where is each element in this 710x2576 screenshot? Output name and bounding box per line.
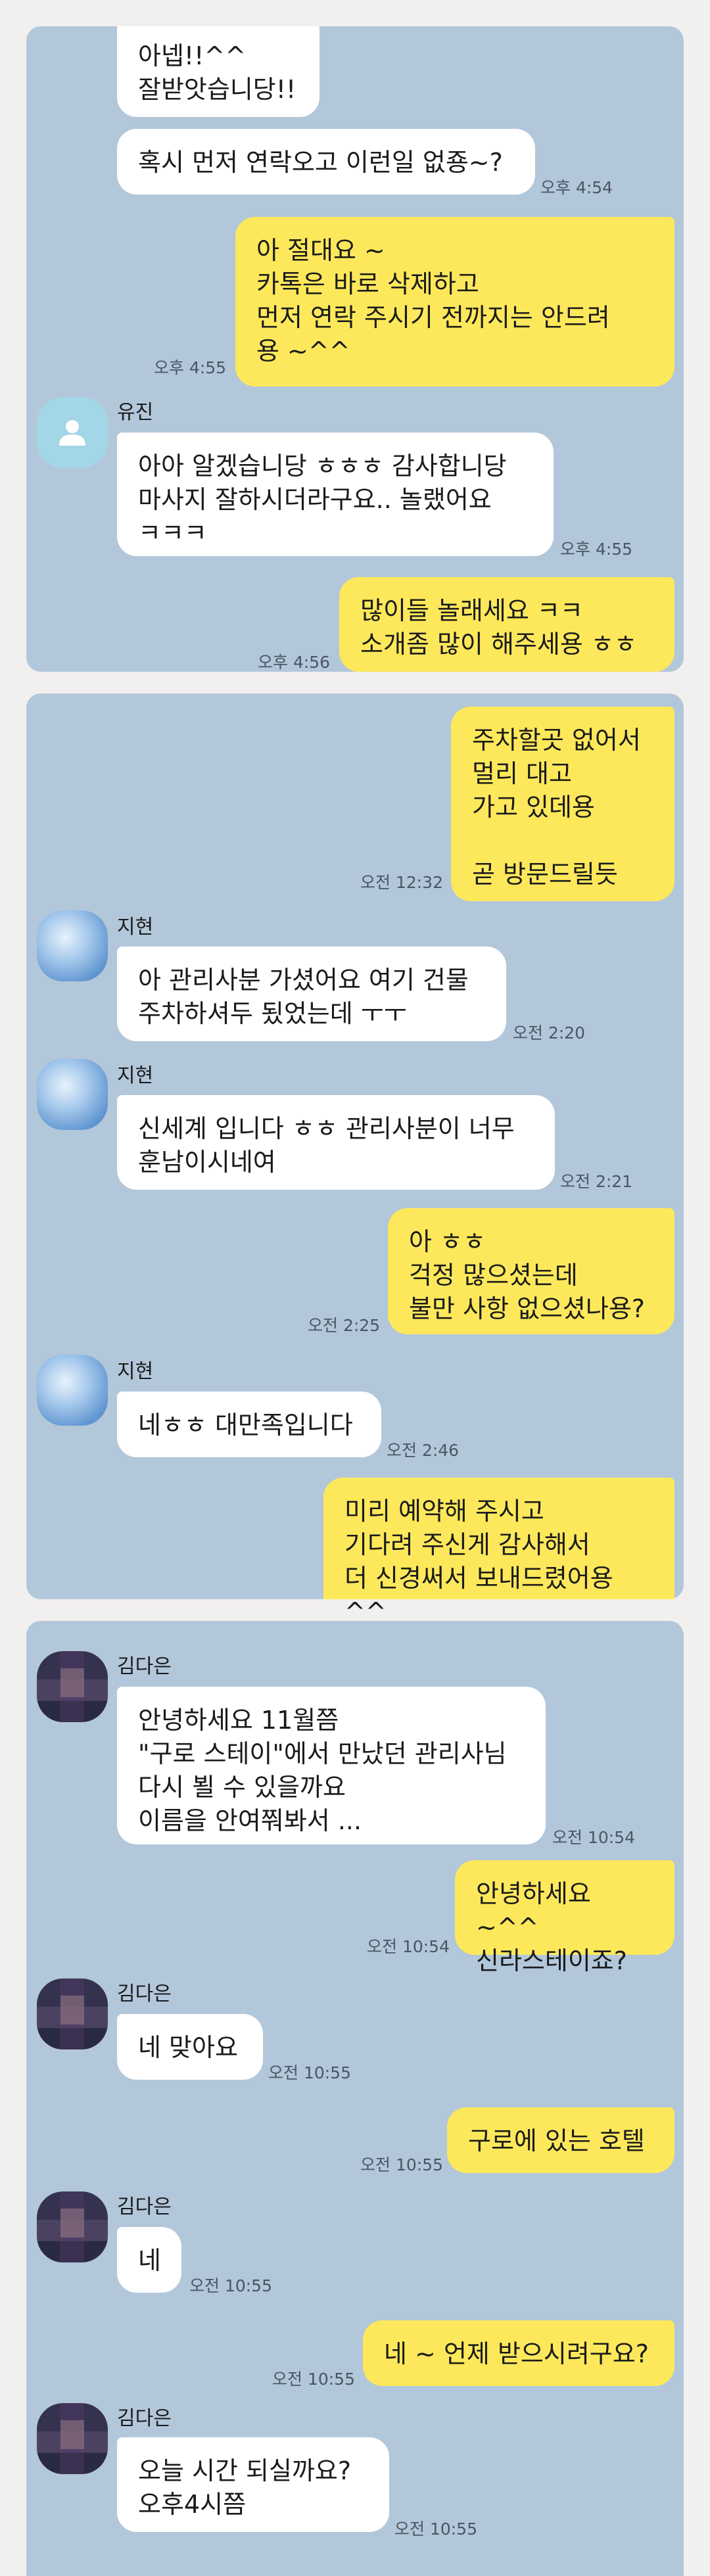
message-bubble-outgoing[interactable]: 주차할곳 없어서 멀리 대고 가고 있데용 곧 방문드릴듯 (451, 707, 674, 901)
chat-screenshot-3: 김다은 안녕하세요 11월쯤 "구로 스테이"에서 만났던 관리사님 다시 뵐 … (26, 1621, 684, 2576)
message-time: 오전 10:55 (268, 2063, 351, 2082)
message-time: 오전 10:55 (394, 2519, 477, 2539)
message-bubble-incoming[interactable]: 아 관리사분 가셨어요 여기 건물 주차하셔두 됬었는데 ㅜㅜ (117, 947, 506, 1041)
message-bubble-outgoing[interactable]: 아 절대요 ~ 카톡은 바로 삭제하고 먼저 연락 주시기 전까지는 안드려 용… (235, 217, 674, 386)
message-bubble-incoming[interactable]: 신세계 입니다 ㅎㅎ 관리사분이 너무 훈남이시네여 (117, 1095, 555, 1190)
sender-name: 김다은 (117, 2407, 172, 2430)
message-bubble-incoming[interactable]: 네 맞아요 (117, 2014, 263, 2080)
message-time: 오전 10:54 (552, 1828, 635, 1847)
sender-name: 김다은 (117, 1655, 172, 1678)
chat-screenshot-2: 주차할곳 없어서 멀리 대고 가고 있데용 곧 방문드릴듯 오전 12:32 지… (26, 693, 684, 1626)
avatar[interactable] (37, 1651, 108, 1722)
message-time: 오전 10:55 (360, 2155, 443, 2174)
avatar[interactable] (37, 910, 108, 981)
message-bubble-incoming[interactable]: 오늘 시간 되실까요? 오후4시쯤 (117, 2437, 389, 2532)
avatar[interactable] (37, 2191, 108, 2262)
message-time: 오후 4:56 (258, 653, 331, 672)
message-bubble-outgoing[interactable]: 많이들 놀래세요 ㅋㅋ 소개좀 많이 해주세용 ㅎㅎ (339, 577, 674, 672)
sender-name: 김다은 (117, 1982, 172, 2005)
avatar[interactable] (37, 1355, 108, 1426)
message-bubble-outgoing[interactable]: 네 ~ 언제 받으시려구요? (363, 2320, 674, 2386)
message-time: 오전 2:21 (560, 1172, 633, 1191)
message-bubble-outgoing[interactable]: 아 ㅎㅎ 걱정 많으셨는데 불만 사항 없으셨나용? (388, 1208, 674, 1334)
message-time: 오전 10:55 (272, 2370, 355, 2389)
message-time: 오전 10:55 (189, 2276, 272, 2295)
message-bubble-incoming[interactable]: 안녕하세요 11월쯤 "구로 스테이"에서 만났던 관리사님 다시 뵐 수 있을… (117, 1687, 546, 1844)
message-bubble-incoming[interactable]: 네 (117, 2227, 181, 2293)
sender-name: 지현 (117, 916, 154, 939)
message-bubble-incoming[interactable]: 아아 알겠습니당 ㅎㅎㅎ 감사합니당 마사지 잘하시더라구요.. 놀랬어요 ㅋㅋ… (117, 433, 554, 556)
sender-name: 유진 (117, 401, 154, 424)
message-bubble-outgoing[interactable]: 미리 예약해 주시고 기다려 주신게 감사해서 더 신경써서 보내드렸어용 ^^ (323, 1478, 674, 1626)
avatar[interactable] (37, 397, 108, 468)
message-bubble-outgoing[interactable]: 구로에 있는 호텔 (447, 2107, 674, 2173)
message-bubble-incoming[interactable]: 네ㅎㅎ 대만족입니다 (117, 1392, 381, 1457)
message-bubble-outgoing[interactable]: 안녕하세요 ~^^ 신라스테이죠? (455, 1860, 674, 1975)
message-time: 오전 2:20 (513, 1023, 586, 1042)
person-icon (59, 420, 85, 446)
sender-name: 지현 (117, 1064, 154, 1087)
chat-screenshot-1: 아넵!!^^ 잘받앗습니당!! 혹시 먼저 연락오고 이런일 없죵~? 오후 4… (26, 26, 684, 672)
sender-name: 김다은 (117, 2195, 172, 2218)
avatar[interactable] (37, 2403, 108, 2474)
message-bubble-incoming[interactable]: 혹시 먼저 연락오고 이런일 없죵~? (117, 129, 535, 195)
message-time: 오전 2:25 (308, 1316, 381, 1335)
sender-name: 지현 (117, 1360, 154, 1383)
message-time: 오후 4:54 (540, 178, 613, 197)
message-bubble-incoming[interactable]: 아넵!!^^ 잘받앗습니당!! (117, 26, 320, 117)
message-time: 오전 2:46 (387, 1441, 460, 1460)
message-time: 오후 4:55 (560, 540, 633, 559)
message-time: 오후 4:55 (154, 358, 227, 377)
message-time: 오전 12:32 (360, 873, 443, 892)
avatar[interactable] (37, 1979, 108, 2049)
avatar[interactable] (37, 1059, 108, 1130)
message-time: 오전 10:54 (367, 1937, 450, 1956)
